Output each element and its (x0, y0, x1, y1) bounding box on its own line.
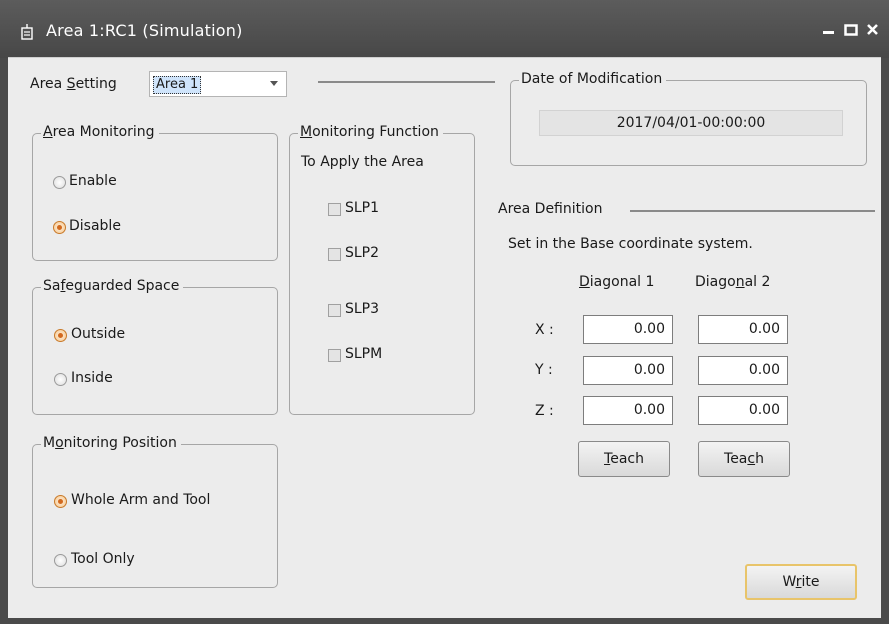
safeguarded-inside-radio[interactable] (54, 373, 67, 386)
slp1-label: SLP1 (345, 200, 380, 216)
slp3-checkbox[interactable] (328, 304, 341, 317)
slp1-checkbox[interactable] (328, 203, 341, 216)
area-definition-note: Set in the Base coordinate system. (508, 236, 753, 252)
area-monitoring-legend: Area Monitoring (41, 124, 159, 140)
slpm-label: SLPM (345, 346, 383, 362)
x-diagonal-1-input[interactable]: 0.00 (583, 315, 673, 344)
area-monitoring-disable-label: Disable (69, 218, 121, 234)
write-button[interactable]: Write (745, 564, 857, 600)
area-definition-title: Area Definition (498, 201, 603, 217)
area-monitoring-enable-radio[interactable] (53, 176, 66, 189)
safeguarded-space-legend: Safeguarded Space (41, 278, 184, 294)
y-diagonal-1-input[interactable]: 0.00 (583, 356, 673, 385)
slpm-checkbox[interactable] (328, 349, 341, 362)
date-of-modification-legend: Date of Modification (519, 71, 667, 87)
area-setting-label: Area Setting (30, 76, 117, 92)
safeguarded-outside-radio[interactable] (54, 329, 67, 342)
dropdown-arrow-icon (270, 81, 278, 86)
row-x-label: X : (535, 322, 554, 338)
safeguarded-space-group: Safeguarded Space (32, 278, 278, 415)
teach-diagonal-2-button[interactable]: Teach (698, 441, 790, 477)
teach-diagonal-1-button[interactable]: Teach (578, 441, 670, 477)
area-monitoring-enable-label: Enable (69, 173, 117, 189)
separator-line (318, 81, 495, 83)
close-icon[interactable] (864, 22, 882, 38)
position-whole-arm-label: Whole Arm and Tool (71, 492, 211, 508)
monitoring-position-legend: Monitoring Position (41, 435, 181, 451)
monitoring-function-subtitle: To Apply the Area (301, 154, 424, 170)
maximize-icon[interactable] (842, 22, 860, 38)
row-z-label: Z : (535, 403, 554, 419)
window-icon (21, 24, 33, 40)
window-title: Area 1:RC1 (Simulation) (46, 21, 243, 40)
monitoring-function-group: Monitoring Function (289, 124, 475, 415)
area-monitoring-group: Area Monitoring (32, 124, 278, 261)
diagonal-2-header: Diagonal 2 (695, 274, 771, 290)
diagonal-1-header: Diagonal 1 (579, 274, 655, 290)
dialog-body: Area Setting Area 1 Date of Modification… (8, 57, 881, 618)
area-monitoring-disable-radio[interactable] (53, 221, 66, 234)
date-of-modification-value: 2017/04/01-00:00:00 (539, 110, 843, 136)
minimize-icon[interactable] (820, 22, 838, 38)
slp2-checkbox[interactable] (328, 248, 341, 261)
area-definition-separator (630, 210, 875, 212)
position-whole-arm-radio[interactable] (54, 495, 67, 508)
position-tool-only-label: Tool Only (71, 551, 135, 567)
x-diagonal-2-input[interactable]: 0.00 (698, 315, 788, 344)
area-setting-select[interactable]: Area 1 (149, 71, 287, 97)
y-diagonal-2-input[interactable]: 0.00 (698, 356, 788, 385)
safeguarded-inside-label: Inside (71, 370, 113, 386)
z-diagonal-2-input[interactable]: 0.00 (698, 396, 788, 425)
window: Area 1:RC1 (Simulation) Area Setting Are… (0, 0, 889, 624)
area-setting-selected-value: Area 1 (153, 76, 202, 94)
row-y-label: Y : (535, 362, 553, 378)
position-tool-only-radio[interactable] (54, 554, 67, 567)
slp3-label: SLP3 (345, 301, 380, 317)
monitoring-position-group: Monitoring Position (32, 435, 278, 588)
safeguarded-outside-label: Outside (71, 326, 126, 342)
monitoring-function-legend: Monitoring Function (298, 124, 443, 140)
z-diagonal-1-input[interactable]: 0.00 (583, 396, 673, 425)
slp2-label: SLP2 (345, 245, 380, 261)
title-bar[interactable]: Area 1:RC1 (Simulation) (0, 0, 889, 58)
